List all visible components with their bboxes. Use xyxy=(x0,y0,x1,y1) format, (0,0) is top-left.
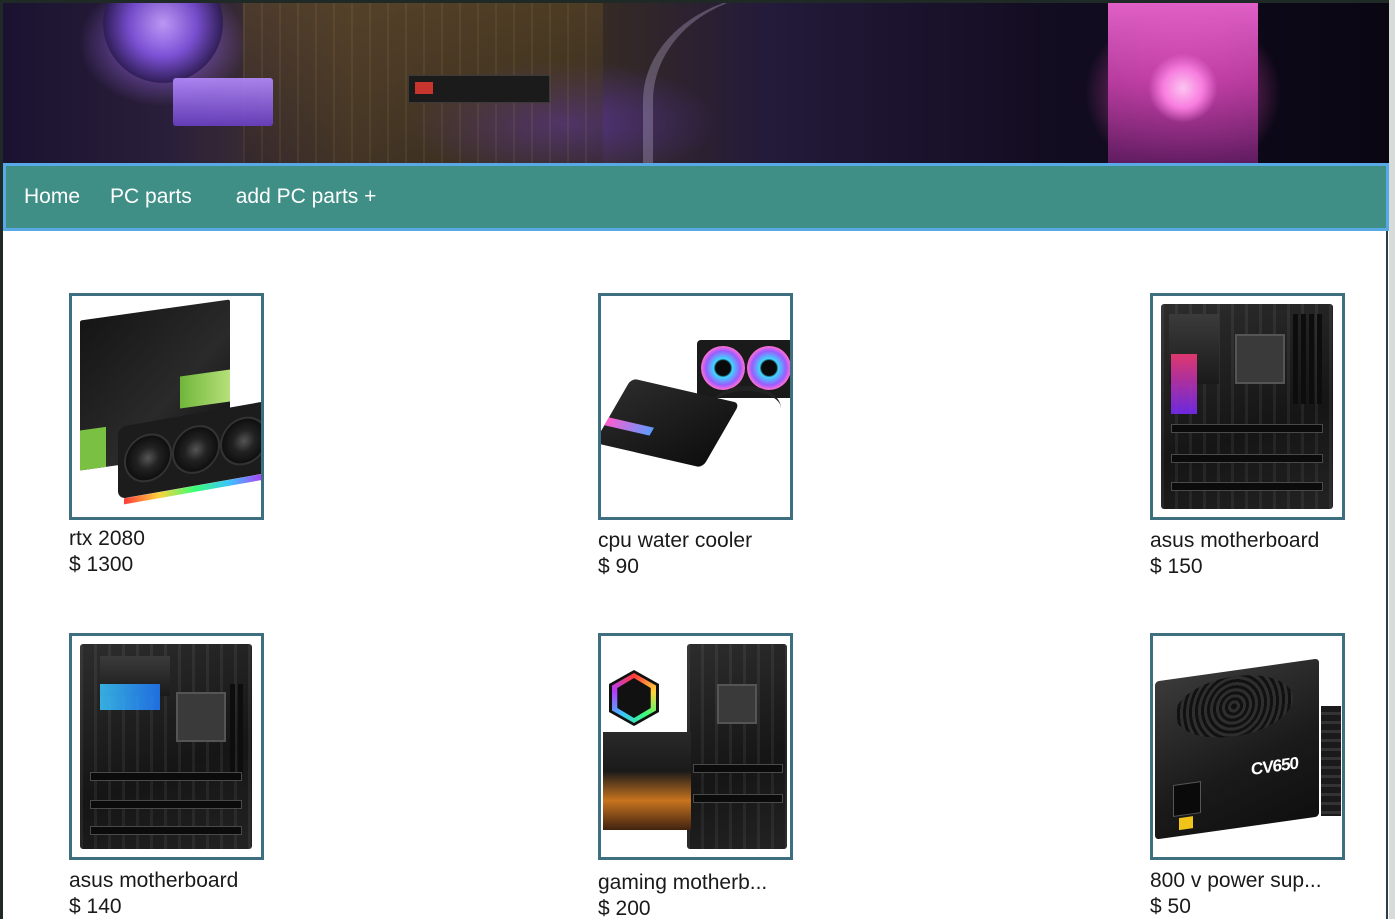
product-card[interactable]: asus motherboard $ 140 xyxy=(69,633,309,919)
product-card[interactable]: gaming motherb... $ 200 xyxy=(598,633,838,919)
product-price: $ 1300 xyxy=(69,553,134,576)
product-card[interactable]: rtx 2080 $ 1300 xyxy=(69,293,309,578)
motherboard-art xyxy=(80,644,252,849)
product-price: $ 150 xyxy=(1150,555,1203,578)
page-frame: Home PC parts add PC parts + rtx 2080 $ … xyxy=(0,0,1389,919)
nav-add-pc-parts-link[interactable]: add PC parts + xyxy=(236,185,377,209)
product-card[interactable]: cpu water cooler $ 90 xyxy=(598,293,838,580)
motherboard-art xyxy=(687,644,787,849)
hero-banner xyxy=(3,3,1389,163)
motherboard-art xyxy=(1161,304,1333,509)
product-price: $ 140 xyxy=(69,895,122,918)
product-image-motherboard-box[interactable] xyxy=(598,633,793,860)
banner-gpu-bracket xyxy=(173,78,273,126)
product-image-power-supply[interactable]: CV650 xyxy=(1150,633,1345,860)
product-image-motherboard[interactable] xyxy=(1150,293,1345,520)
psu-cables-art xyxy=(1321,706,1341,816)
product-image-water-cooler[interactable] xyxy=(598,293,793,520)
product-name: cpu water cooler xyxy=(598,529,753,552)
product-price: $ 90 xyxy=(598,555,639,578)
banner-fan-right xyxy=(1108,3,1258,163)
product-image-graphics-card[interactable] xyxy=(69,293,264,520)
banner-tubes xyxy=(643,3,873,163)
product-card[interactable]: asus motherboard $ 150 xyxy=(1150,293,1389,580)
product-name: gaming motherb... xyxy=(598,871,768,894)
rgb-fusion-badge xyxy=(609,670,659,726)
aorus-box-art xyxy=(603,732,691,830)
nav-home-link[interactable]: Home xyxy=(24,185,80,209)
banner-fan-left xyxy=(103,3,223,83)
psu-model-label: CV650 xyxy=(1251,753,1298,780)
main-nav: Home PC parts add PC parts + xyxy=(3,163,1389,231)
product-price: $ 50 xyxy=(1150,895,1191,918)
product-name: rtx 2080 xyxy=(69,527,145,550)
nav-pc-parts-link[interactable]: PC parts xyxy=(110,185,192,209)
product-grid: rtx 2080 $ 1300 cpu water cooler $ 90 as… xyxy=(3,231,1388,919)
banner-ssd xyxy=(408,75,550,103)
product-name: asus motherboard xyxy=(1150,529,1320,552)
power-supply-art: CV650 xyxy=(1155,658,1319,840)
product-name: asus motherboard xyxy=(69,869,239,892)
product-card[interactable]: CV650 800 v power sup... $ 50 xyxy=(1150,633,1389,919)
product-price: $ 200 xyxy=(598,897,651,919)
product-name: 800 v power sup... xyxy=(1150,869,1322,892)
product-image-motherboard[interactable] xyxy=(69,633,264,860)
